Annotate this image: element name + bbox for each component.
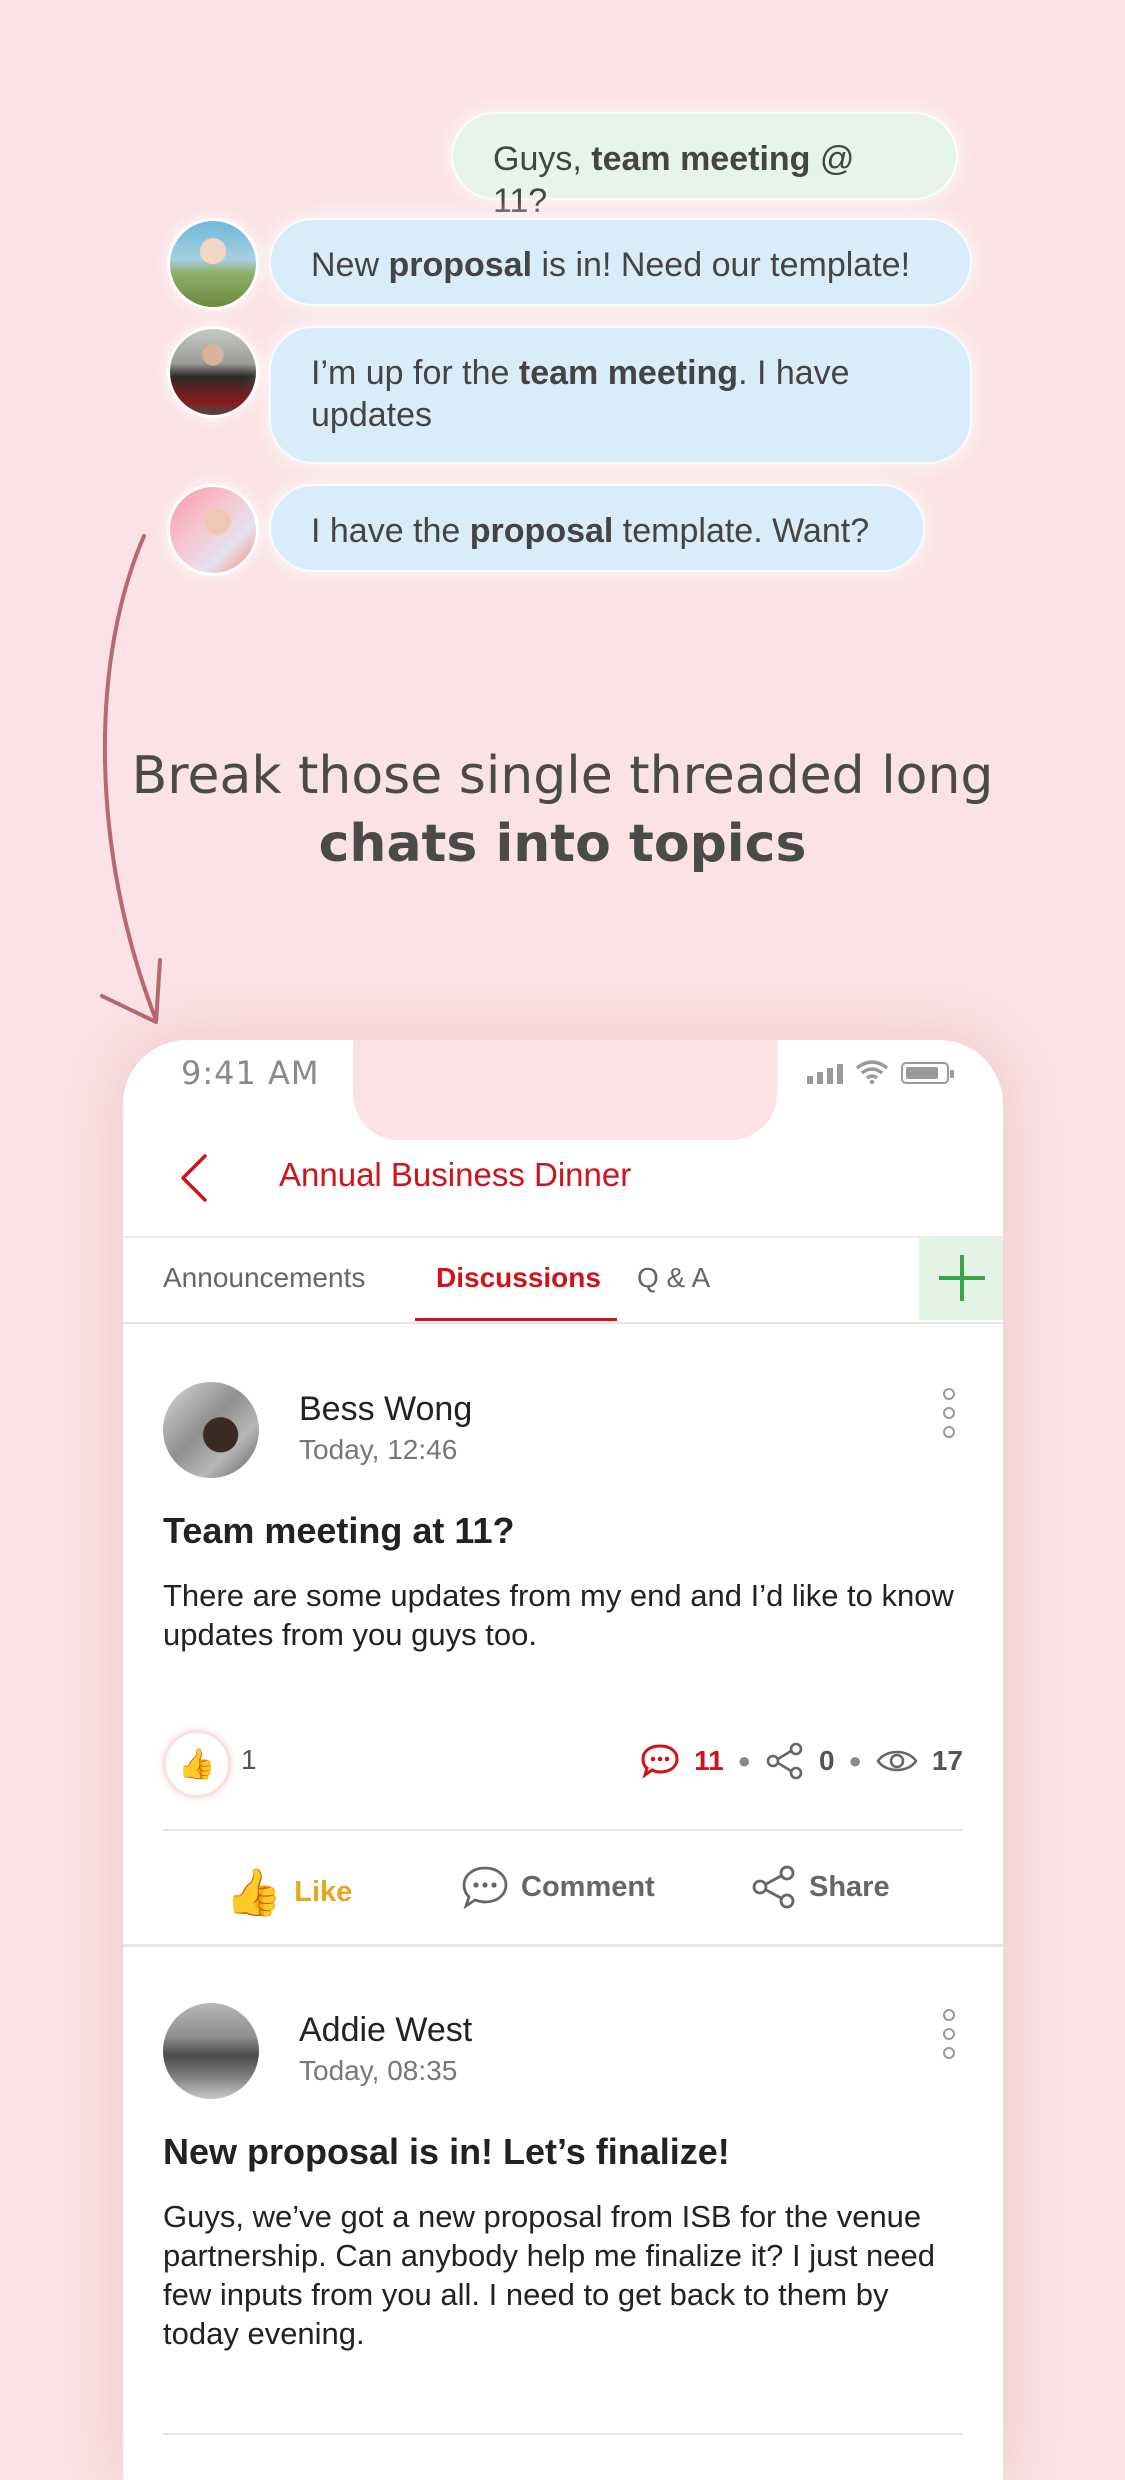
like-count: 1 xyxy=(241,1744,257,1775)
signal-icon xyxy=(807,1064,843,1084)
comment-icon xyxy=(462,1866,508,1909)
active-tab-indicator xyxy=(415,1318,617,1321)
share-icon xyxy=(752,1865,795,1909)
post-body: There are some updates from my end and I… xyxy=(163,1578,954,1652)
post-title[interactable]: New proposal is in! Let’s finalize! xyxy=(163,2131,730,2173)
avatar[interactable] xyxy=(163,1382,259,1478)
post-actions: 👍 Like Comment Share xyxy=(123,1831,1003,1941)
phone-screen: 9:41 AM Annual Business Dinner Announcem… xyxy=(123,1040,1003,2480)
more-options-icon[interactable] xyxy=(943,2009,957,2059)
comment-count: 11 xyxy=(694,1745,724,1776)
headline-line-1: Break those single threaded long xyxy=(131,746,994,806)
avatar xyxy=(167,218,259,310)
status-icons xyxy=(807,1060,954,1084)
like-reaction-icon[interactable]: 👍 xyxy=(163,1730,231,1798)
chat-bubble-4: I have the proposal template. Want? xyxy=(269,484,925,572)
avatar xyxy=(167,326,259,418)
engagement-stats: 11 ● 0 ● 17 xyxy=(640,1742,963,1780)
thumbs-up-icon: 👍 xyxy=(225,1866,283,1918)
share-button[interactable]: Share xyxy=(751,1865,890,1909)
comment-count-icon xyxy=(641,1744,679,1779)
post-stats: 👍 1 11 ● 0 ● 17 xyxy=(163,1730,963,1800)
top-bar: Annual Business Dinner xyxy=(123,1120,1003,1238)
post-title[interactable]: Team meeting at 11? xyxy=(163,1510,514,1552)
wifi-icon xyxy=(855,1060,889,1084)
tab-discussions[interactable]: Discussions xyxy=(436,1262,601,1294)
back-icon[interactable] xyxy=(171,1150,221,1206)
views-count: 17 xyxy=(931,1745,963,1776)
headline: Break those single threaded long chats i… xyxy=(0,742,1125,878)
more-options-icon[interactable] xyxy=(943,1388,957,1438)
like-button[interactable]: 👍 Like xyxy=(225,1865,352,1920)
separator-dot: ● xyxy=(848,1748,862,1773)
post-card: Bess Wong Today, 12:46 Team meeting at 1… xyxy=(123,1322,1003,1882)
avatar[interactable] xyxy=(163,2003,259,2099)
tab-bar: Announcements Discussions Q & A xyxy=(123,1236,1003,1324)
separator-dot: ● xyxy=(737,1748,751,1773)
page-title: Annual Business Dinner xyxy=(279,1156,632,1193)
headline-line-2: chats into topics xyxy=(318,814,807,874)
share-count-icon xyxy=(766,1742,803,1780)
post-author[interactable]: Bess Wong xyxy=(299,1390,472,1429)
post-time: Today, 12:46 xyxy=(299,1434,458,1465)
chat-bubble-1: Guys, team meeting @ 11? xyxy=(451,112,958,220)
share-count: 0 xyxy=(818,1745,835,1776)
add-topic-button[interactable] xyxy=(919,1236,1003,1320)
views-icon xyxy=(876,1750,918,1772)
tab-announcements[interactable]: Announcements xyxy=(163,1262,365,1294)
post-card: Addie West Today, 08:35 New proposal is … xyxy=(123,1947,1003,2480)
comment-button[interactable]: Comment xyxy=(461,1865,655,1909)
chat-bubble-2: New proposal is in! Need our template! xyxy=(269,218,972,306)
post-body: Guys, we’ve got a new proposal from ISB … xyxy=(163,2199,936,2351)
battery-icon xyxy=(901,1062,954,1084)
divider xyxy=(163,2433,963,2435)
status-time: 9:41 AM xyxy=(181,1054,320,1092)
post-author[interactable]: Addie West xyxy=(299,2011,472,2050)
chat-bubble-3: I’m up for the team meeting. I have upda… xyxy=(269,326,972,464)
post-time: Today, 08:35 xyxy=(299,2055,458,2086)
tab-qa[interactable]: Q & A xyxy=(637,1262,710,1294)
